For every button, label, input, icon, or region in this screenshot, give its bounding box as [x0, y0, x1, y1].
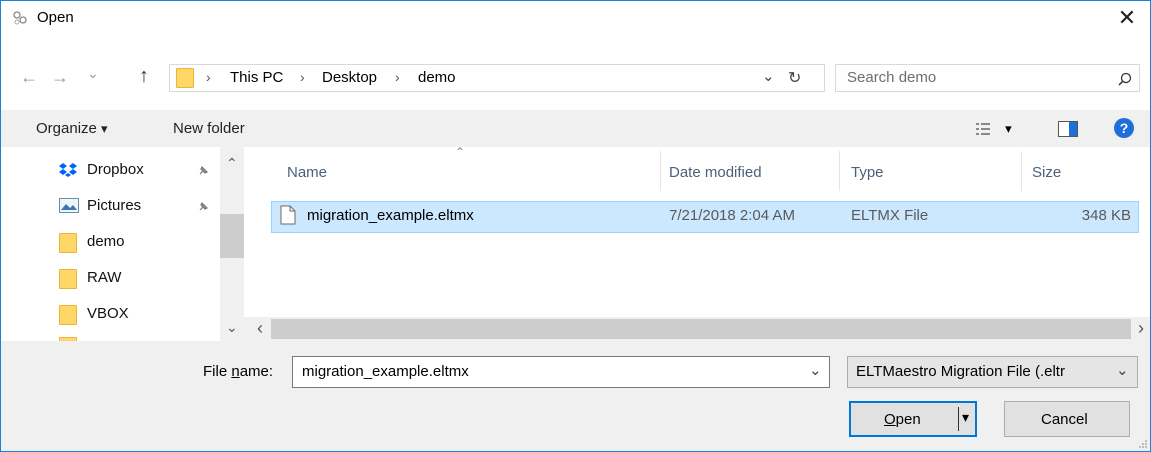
file-name-input[interactable]: migration_example.eltmx ⌄ [292, 356, 830, 388]
search-placeholder: Search demo [847, 69, 937, 86]
navigation-pane-scroll-thumb[interactable] [220, 214, 244, 258]
change-view-button[interactable]: ▾ [975, 120, 1012, 137]
file-type-cell: ELTMX File [851, 207, 929, 224]
close-button[interactable]: ✕ [1104, 1, 1150, 35]
file-name-label-part: ame: [239, 363, 274, 380]
column-divider[interactable] [660, 151, 661, 191]
chevron-down-icon[interactable]: ⌄ [809, 361, 822, 379]
up-arrow-icon: ↑ [139, 65, 149, 87]
sidebar-item-label: RAW [87, 269, 122, 286]
breadcrumb-separator-icon: › [206, 69, 211, 85]
close-icon: ✕ [1117, 5, 1137, 30]
recent-locations-button[interactable]: ⌄ [87, 65, 99, 82]
search-input[interactable]: Search demo [835, 64, 1140, 92]
sort-ascending-icon: ⌃ [455, 145, 466, 159]
file-icon [280, 205, 296, 225]
breadcrumb-demo[interactable]: demo [418, 69, 456, 86]
file-name-cell[interactable]: migration_example.eltmx [307, 207, 474, 224]
chevron-down-icon: ⌄ [87, 65, 99, 81]
file-size-cell: 348 KB [1081, 207, 1131, 224]
window-title: Open [37, 9, 74, 26]
pin-icon[interactable] [197, 201, 209, 213]
address-dropdown-icon[interactable]: ⌄ [762, 67, 775, 85]
folder-icon [59, 269, 77, 289]
open-accesskey: O [884, 411, 896, 428]
scroll-up-icon[interactable]: ⌃ [226, 155, 238, 172]
file-type-filter-select[interactable]: ELTMaestro Migration File (.eltr ⌄ [847, 356, 1138, 388]
scroll-down-icon[interactable]: ⌄ [226, 319, 238, 336]
folder-icon [59, 305, 77, 325]
open-button[interactable]: Open ▾ [849, 401, 977, 437]
split-divider [958, 407, 959, 431]
breadcrumb-separator-icon: › [300, 69, 305, 85]
command-toolbar: Organize ▾ New folder ▾ ? [1, 110, 1150, 147]
file-name-label: File name: [203, 363, 273, 380]
breadcrumb-separator-icon: › [395, 69, 400, 85]
open-dialog-icon [13, 11, 27, 25]
column-divider[interactable] [1021, 151, 1022, 191]
scroll-left-icon[interactable]: ‹ [257, 318, 263, 338]
navigation-pane: Dropbox Pictures demo RAW VBOX [1, 147, 244, 341]
sidebar-item-label: Dropbox [87, 161, 144, 178]
sidebar-item-label: demo [87, 233, 125, 250]
column-header-name[interactable]: Name [287, 164, 327, 181]
pictures-icon [59, 198, 79, 213]
view-list-icon [976, 123, 990, 136]
sidebar-item-label: VBOX [87, 305, 129, 322]
forward-button[interactable]: → [51, 67, 69, 88]
organize-label: Organize [36, 120, 97, 137]
file-date-cell: 7/21/2018 2:04 AM [669, 207, 795, 224]
breadcrumb-desktop[interactable]: Desktop [322, 69, 377, 86]
refresh-icon[interactable]: ↻ [788, 68, 801, 88]
file-type-filter-value: ELTMaestro Migration File (.eltr [856, 363, 1065, 380]
caret-down-icon: ▾ [101, 121, 108, 136]
split-dropdown-icon[interactable]: ▾ [962, 409, 969, 426]
resize-grip-icon[interactable] [1138, 439, 1148, 449]
cancel-button-label: Cancel [1041, 411, 1088, 428]
open-label-rest: pen [895, 411, 921, 428]
column-header-type[interactable]: Type [851, 164, 884, 181]
search-icon [1118, 72, 1132, 86]
organize-button[interactable]: Organize ▾ [36, 120, 108, 137]
breadcrumb-this-pc[interactable]: This PC [230, 69, 283, 86]
address-bar[interactable]: › This PC › Desktop › demo ⌄ ↻ [169, 64, 825, 92]
scroll-right-icon[interactable]: › [1138, 318, 1144, 338]
new-folder-button[interactable]: New folder [173, 120, 245, 137]
up-button[interactable]: ↑ [139, 65, 149, 88]
cancel-button[interactable]: Cancel [1004, 401, 1130, 437]
open-button-label: Open [884, 411, 921, 428]
folder-icon [176, 68, 194, 88]
help-icon[interactable]: ? [1114, 118, 1134, 138]
back-arrow-icon: ← [20, 67, 38, 87]
horizontal-scroll-thumb[interactable] [271, 319, 1131, 339]
dropbox-icon [59, 163, 77, 177]
title-bar: Open ✕ [1, 1, 1150, 35]
chevron-down-icon: ⌄ [1116, 362, 1129, 379]
folder-icon [59, 233, 77, 253]
file-name-value: migration_example.eltmx [302, 363, 469, 380]
column-header-size[interactable]: Size [1032, 164, 1061, 181]
forward-arrow-icon: → [51, 67, 69, 87]
open-file-dialog: Open ✕ ← → ⌄ ↑ › This PC › Desktop › dem… [0, 0, 1151, 452]
column-header-date-modified[interactable]: Date modified [669, 164, 762, 181]
back-button[interactable]: ← [20, 67, 38, 88]
column-divider[interactable] [839, 151, 840, 191]
pin-icon[interactable] [197, 165, 209, 177]
file-name-label-part: File [203, 363, 232, 380]
caret-down-icon: ▾ [1005, 121, 1012, 136]
file-name-label-accesskey: n [231, 363, 240, 380]
preview-pane-icon[interactable] [1058, 121, 1078, 137]
sidebar-item-label: Pictures [87, 197, 142, 214]
